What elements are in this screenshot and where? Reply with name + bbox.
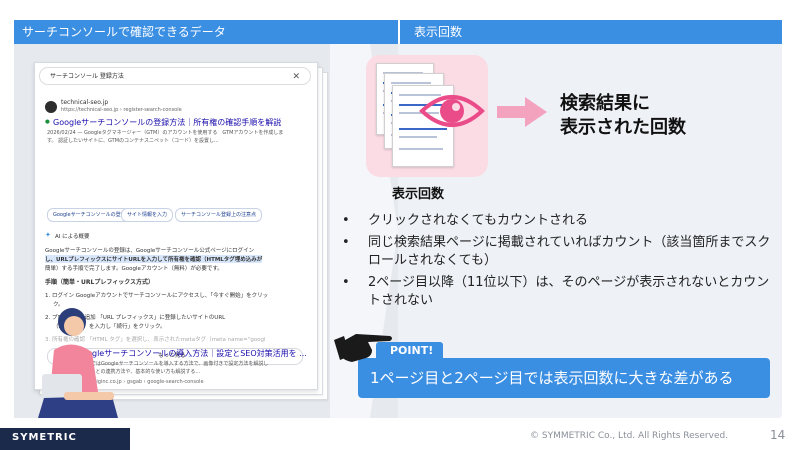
- ai-overview-text: し、URLプレフィックスにサイトURLを入力して所有権を確認（HTMLタグ埋め込…: [45, 255, 263, 263]
- eye-icon: [419, 95, 485, 127]
- bullet-item: • 2ページ目以降（11位以下）は、そのページが表示されないとカウントされない: [342, 275, 770, 308]
- impressions-label: 表示回数: [392, 187, 445, 202]
- ai-sparkle-icon: ✦: [45, 231, 51, 239]
- ai-overview-text: 簡単）する手順で完了します。Googleアカウント（無料）が必要です。: [45, 266, 223, 272]
- site-url: https://technical-seo.jp › register-sear…: [61, 107, 182, 113]
- result-snippet: す。 認証したいサイトに、GTMのコンテナスニペット（コード）を設置し...: [47, 138, 219, 144]
- left-section-header: サーチコンソールで確認できるデータ: [14, 20, 398, 44]
- person-with-laptop-illustration: [38, 308, 118, 418]
- verified-icon: ●: [45, 119, 50, 125]
- bullet-item: • クリックされなくてもカウントされる: [342, 213, 588, 228]
- search-bar[interactable]: サーチコンソール 登録方法 ✕: [39, 67, 311, 85]
- copyright-text: © SYMMETRIC Co., Ltd. All Rights Reserve…: [530, 431, 729, 441]
- sitelink-pill[interactable]: サイト情報を入力: [121, 208, 174, 222]
- bullet-item: • 同じ検索結果ページに掲載されていればカウント（該当箇所までスクロールされなくて…: [342, 235, 771, 268]
- close-icon[interactable]: ✕: [292, 68, 300, 86]
- steps-title: 手順（簡単・URLプレフィックス方式）: [45, 279, 155, 286]
- result-line: 検索結果に: [560, 93, 650, 114]
- ai-overview-text: Googleサーチコンソールの登録は、Googleサーチコンソール公式ページにロ…: [45, 248, 255, 254]
- page-number: 14: [770, 428, 786, 442]
- result-description: 検索結果に 表示された回数: [560, 92, 686, 140]
- site-name: technical-seo.jp: [61, 99, 109, 106]
- result-line: 表示された回数: [560, 117, 686, 138]
- right-section-header: 表示回数: [400, 20, 782, 44]
- site-favicon-icon: [45, 101, 57, 113]
- search-query: サーチコンソール 登録方法: [50, 73, 124, 80]
- sitelink-pill[interactable]: サーチコンソール登録上の注意点: [175, 208, 263, 222]
- bullet-list: • クリックされなくてもカウントされる • 同じ検索結果ページに掲載されていればカウ…: [340, 212, 780, 314]
- pointing-hand-icon: [334, 334, 392, 362]
- impressions-icon: [366, 55, 488, 177]
- result-snippet: 2026/02/24 — Googleタグマネージャー（GTM）のアカウントを使…: [47, 130, 284, 136]
- point-callout: 1ページ目と2ページ目では表示回数に大きな差がある: [358, 358, 770, 398]
- arrow-right-icon: [497, 97, 547, 127]
- company-logo: SYMETRIC: [12, 432, 77, 443]
- step-item: 1. ログイン Googleアカウントでサーチコンソールにアクセスし、「今すぐ開…: [45, 293, 269, 299]
- result-title-link[interactable]: Googleサーチコンソールの登録方法｜所有権の確認手順を解説: [53, 117, 281, 128]
- ai-overview-label: AI による概要: [55, 234, 90, 240]
